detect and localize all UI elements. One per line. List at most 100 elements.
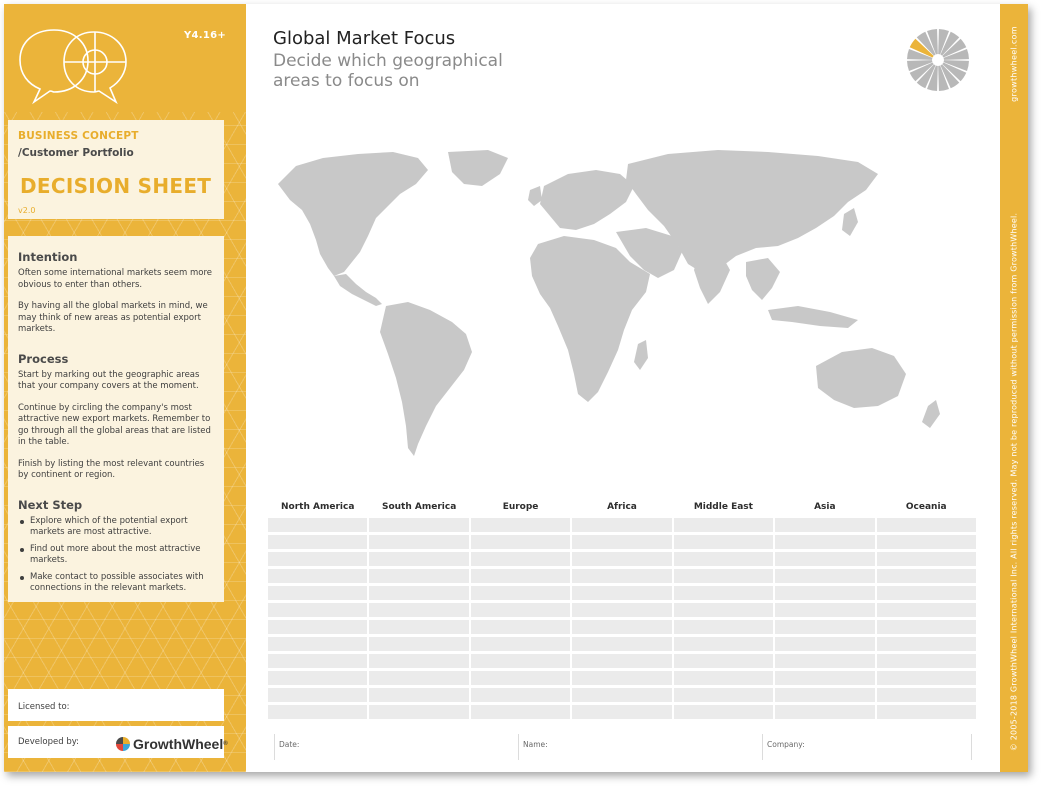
- table-cell[interactable]: [572, 671, 672, 685]
- table-cell[interactable]: [470, 552, 571, 566]
- table-cell[interactable]: [673, 654, 774, 668]
- table-cell[interactable]: [876, 620, 976, 634]
- table-cell[interactable]: [673, 688, 774, 702]
- table-cell[interactable]: [572, 603, 672, 617]
- table-cell[interactable]: [470, 671, 571, 685]
- table-cell[interactable]: [268, 535, 368, 549]
- map-new-zealand: [922, 400, 940, 428]
- table-cell[interactable]: [775, 518, 875, 532]
- table-cell[interactable]: [369, 671, 469, 685]
- growthwheel-wheel-icon: [116, 737, 130, 751]
- table-cell[interactable]: [673, 620, 774, 634]
- table-cell[interactable]: [673, 671, 774, 685]
- table-cell[interactable]: [268, 671, 368, 685]
- table-cell[interactable]: [572, 654, 672, 668]
- table-cell[interactable]: [572, 637, 672, 651]
- company-field[interactable]: Company:: [762, 734, 972, 760]
- table-cell[interactable]: [572, 705, 672, 719]
- table-cell[interactable]: [572, 620, 672, 634]
- world-map[interactable]: [268, 144, 968, 464]
- table-cell[interactable]: [775, 705, 875, 719]
- table-cell[interactable]: [470, 569, 571, 583]
- table-cell[interactable]: [268, 603, 368, 617]
- table-cell[interactable]: [775, 620, 875, 634]
- table-cell[interactable]: [775, 671, 875, 685]
- table-cell[interactable]: [268, 654, 368, 668]
- date-field[interactable]: Date:: [274, 734, 516, 760]
- table-cell[interactable]: [673, 535, 774, 549]
- table-cell[interactable]: [876, 654, 976, 668]
- table-cell[interactable]: [673, 603, 774, 617]
- table-cell[interactable]: [369, 535, 469, 549]
- table-cell[interactable]: [572, 688, 672, 702]
- table-cell[interactable]: [673, 569, 774, 583]
- table-cell[interactable]: [876, 705, 976, 719]
- table-cell[interactable]: [369, 637, 469, 651]
- table-cell[interactable]: [369, 705, 469, 719]
- table-cell[interactable]: [268, 586, 368, 600]
- table-cell[interactable]: [876, 637, 976, 651]
- table-cell[interactable]: [470, 620, 571, 634]
- table-cell[interactable]: [470, 688, 571, 702]
- table-cell[interactable]: [876, 518, 976, 532]
- name-field[interactable]: Name:: [518, 734, 760, 760]
- table-cell[interactable]: [572, 586, 672, 600]
- table-cell[interactable]: [268, 552, 368, 566]
- table-cell[interactable]: [876, 603, 976, 617]
- table-cell[interactable]: [268, 705, 368, 719]
- table-cell[interactable]: [775, 654, 875, 668]
- table-cell[interactable]: [470, 586, 571, 600]
- table-cell[interactable]: [775, 586, 875, 600]
- table-cell[interactable]: [268, 569, 368, 583]
- table-cell[interactable]: [369, 654, 469, 668]
- table-cell[interactable]: [673, 637, 774, 651]
- table-cell[interactable]: [268, 518, 368, 532]
- table-cell[interactable]: [470, 603, 571, 617]
- table-cell[interactable]: [470, 637, 571, 651]
- table-cell[interactable]: [572, 535, 672, 549]
- progress-wheel-icon: [907, 29, 969, 91]
- brand-registered-mark: ®: [223, 741, 228, 747]
- table-cell[interactable]: [673, 705, 774, 719]
- licensed-to-field[interactable]: Licensed to:: [8, 689, 224, 721]
- table-cell[interactable]: [470, 654, 571, 668]
- table-cell[interactable]: [369, 586, 469, 600]
- table-cell[interactable]: [775, 552, 875, 566]
- decision-sheet: Y4.16+ BUSINESS CONCEPT /Customer Portfo…: [4, 4, 1028, 772]
- table-cell[interactable]: [775, 603, 875, 617]
- table-cell[interactable]: [369, 688, 469, 702]
- table-cell[interactable]: [673, 552, 774, 566]
- table-cell[interactable]: [572, 552, 672, 566]
- table-cell[interactable]: [369, 620, 469, 634]
- table-cell[interactable]: [775, 637, 875, 651]
- table-cell[interactable]: [572, 518, 672, 532]
- table-cell[interactable]: [268, 637, 368, 651]
- table-cell[interactable]: [876, 552, 976, 566]
- table-cell[interactable]: [572, 569, 672, 583]
- intention-text: By having all the global markets in mind…: [18, 301, 208, 334]
- table-cell[interactable]: [369, 569, 469, 583]
- table-cell[interactable]: [369, 552, 469, 566]
- table-cell[interactable]: [673, 586, 774, 600]
- table-cell[interactable]: [470, 705, 571, 719]
- table-cell[interactable]: [369, 603, 469, 617]
- table-cell[interactable]: [876, 586, 976, 600]
- table-cell[interactable]: [876, 688, 976, 702]
- table-cell[interactable]: [876, 671, 976, 685]
- table-cell[interactable]: [775, 535, 875, 549]
- right-strip: growthwheel.com © 2005-2018 GrowthWheel …: [1000, 4, 1028, 772]
- table-cell[interactable]: [775, 569, 875, 583]
- table-cell[interactable]: [876, 569, 976, 583]
- date-label: Date:: [279, 740, 300, 749]
- table-cell[interactable]: [369, 518, 469, 532]
- table-cell[interactable]: [775, 688, 875, 702]
- column-middle-east: Middle East: [693, 502, 753, 512]
- table-row: [268, 671, 976, 685]
- table-cell[interactable]: [673, 518, 774, 532]
- table-cell[interactable]: [268, 620, 368, 634]
- table-cell[interactable]: [268, 688, 368, 702]
- table-cell[interactable]: [470, 518, 571, 532]
- version-tag: Y4.16+: [184, 30, 227, 41]
- table-cell[interactable]: [876, 535, 976, 549]
- table-cell[interactable]: [470, 535, 571, 549]
